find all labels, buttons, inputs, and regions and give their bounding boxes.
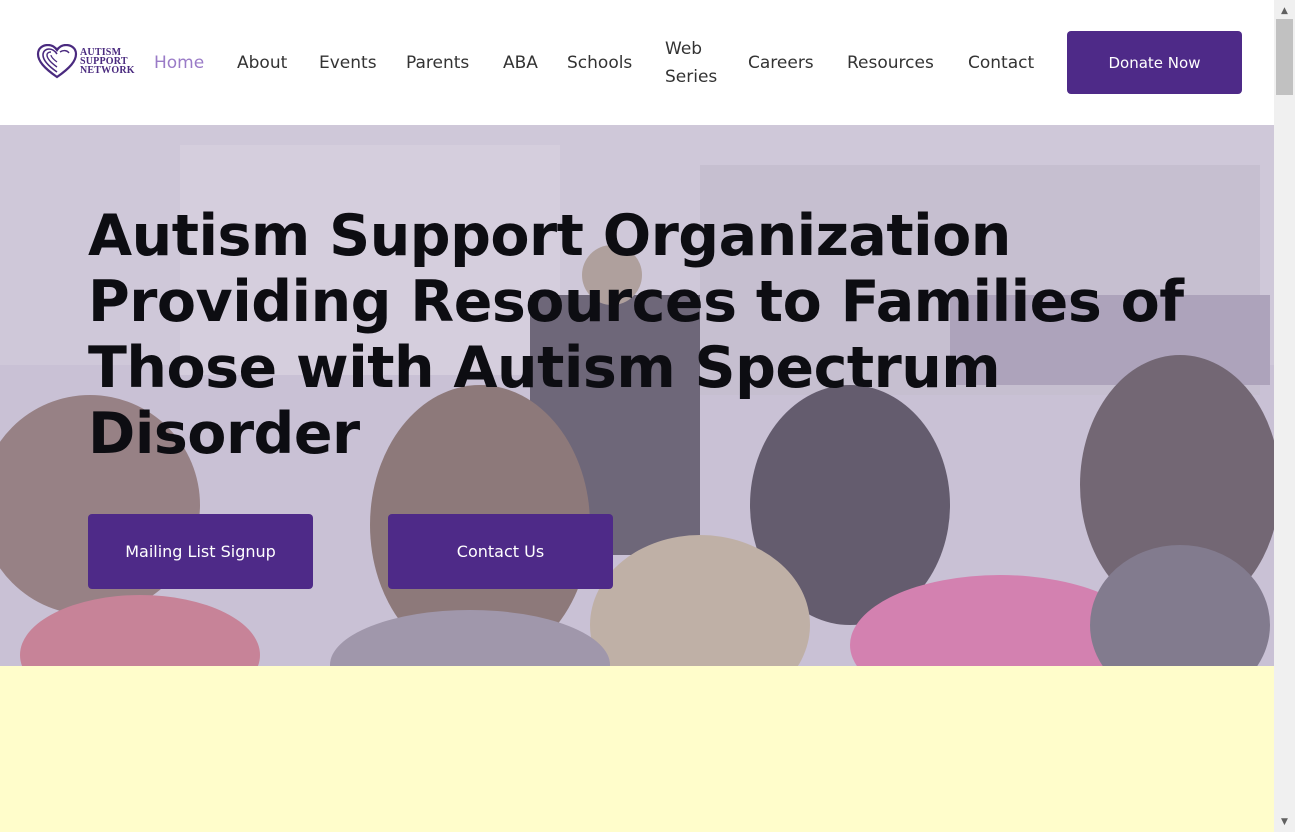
intro-section [0, 666, 1274, 832]
site-logo[interactable]: AUTISM SUPPORT NETWORK [36, 43, 136, 80]
logo-line-3: NETWORK [80, 65, 135, 76]
nav-item-schools[interactable]: Schools [567, 49, 632, 77]
hero-section: Autism Support Organization Providing Re… [0, 125, 1274, 666]
nav-item-resources[interactable]: Resources [847, 49, 934, 77]
nav-item-parents[interactable]: Parents [406, 49, 469, 77]
nav-item-aba[interactable]: ABA [503, 49, 538, 77]
page: AUTISM SUPPORT NETWORK Home About Events… [0, 0, 1274, 832]
hero-title: Autism Support Organization Providing Re… [88, 203, 1184, 467]
scroll-up-arrow-icon[interactable]: ▲ [1274, 2, 1295, 19]
heart-fingerprint-icon [36, 43, 78, 79]
donate-button[interactable]: Donate Now [1067, 31, 1242, 94]
scroll-down-arrow-icon[interactable]: ▼ [1274, 813, 1295, 830]
logo-wordmark: AUTISM SUPPORT NETWORK [80, 48, 135, 76]
vertical-scrollbar[interactable]: ▲ ▼ [1274, 0, 1295, 832]
contact-us-button[interactable]: Contact Us [388, 514, 613, 589]
nav-item-home[interactable]: Home [154, 49, 204, 77]
nav-item-about[interactable]: About [237, 49, 287, 77]
scrollbar-thumb[interactable] [1276, 19, 1293, 95]
site-header: AUTISM SUPPORT NETWORK Home About Events… [0, 0, 1274, 125]
nav-item-web-series[interactable]: Web Series [665, 35, 725, 91]
nav-item-events[interactable]: Events [319, 49, 377, 77]
mailing-list-signup-button[interactable]: Mailing List Signup [88, 514, 313, 589]
nav-item-careers[interactable]: Careers [748, 49, 814, 77]
nav-item-contact[interactable]: Contact [968, 49, 1034, 77]
